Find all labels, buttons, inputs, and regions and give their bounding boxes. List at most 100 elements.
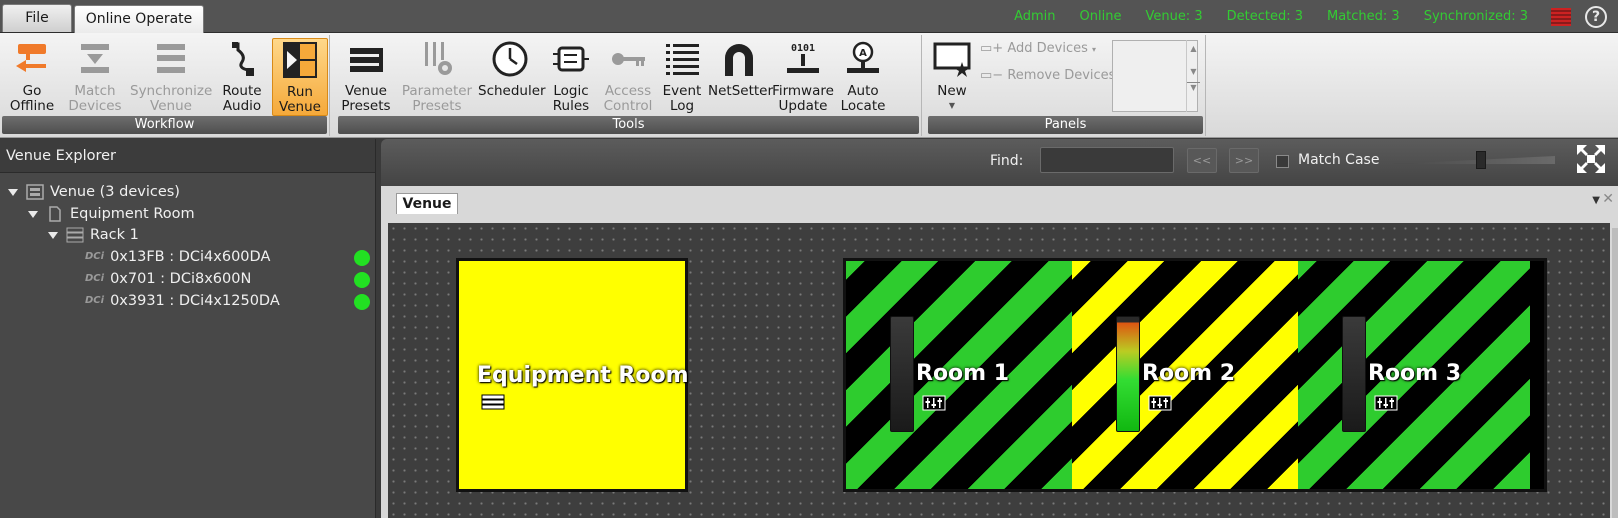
mixer-icon[interactable]: [1374, 395, 1398, 411]
logic-rules-button[interactable]: Logic Rules: [546, 38, 596, 116]
room-zone[interactable]: Room 1: [846, 261, 1078, 489]
status-synchronized-count: Synchronized: 3: [1423, 9, 1528, 24]
match-devices-icon: [81, 44, 109, 73]
new-panel-label: New: [937, 83, 967, 99]
access-control-button[interactable]: Access Control: [600, 38, 656, 116]
level-meter: [1342, 316, 1366, 432]
synchronize-venue-button[interactable]: Synchronize Venue: [130, 38, 212, 116]
synchronize-venue-label: Synchronize Venue: [130, 83, 213, 114]
remove-device-icon: ▭−: [980, 68, 1004, 83]
venue-canvas-area: Equipment Room Room 1 Room 2 Room 3: [381, 214, 1618, 518]
room-title: Room 1: [916, 361, 1010, 386]
find-previous-button[interactable]: <<: [1187, 148, 1217, 173]
new-panel-button[interactable]: New ▼: [930, 38, 974, 116]
rack-icon: [481, 394, 505, 410]
go-offline-button[interactable]: Go Offline: [4, 38, 60, 116]
room-zone[interactable]: Room 2: [1072, 261, 1304, 489]
panel-gallery-scrollbar[interactable]: ▲ ▼ ▼: [1186, 40, 1200, 112]
tree-node-device[interactable]: DCi 0x701 : DCi8x600N: [85, 268, 251, 290]
run-venue-icon: [283, 42, 317, 78]
find-label: Find:: [990, 153, 1024, 169]
key-icon: [612, 53, 645, 66]
alarm-indicator-icon[interactable]: [1551, 8, 1571, 26]
expand-rack-icon[interactable]: [48, 231, 58, 239]
ribbon-group-tools-label: Tools: [338, 116, 919, 134]
add-devices-dropdown-icon: ▾: [1092, 45, 1097, 54]
find-input[interactable]: [1040, 147, 1174, 173]
help-icon[interactable]: ?: [1585, 6, 1607, 28]
scheduler-button[interactable]: Scheduler: [478, 38, 546, 116]
mixer-icon[interactable]: [922, 395, 946, 411]
match-devices-button[interactable]: Match Devices: [64, 38, 126, 116]
equipment-room-zone[interactable]: Equipment Room: [456, 258, 689, 492]
svg-text:A: A: [859, 48, 867, 59]
document-tab-strip: Venue ▼ ✕: [381, 186, 1618, 214]
new-panel-icon: [933, 42, 971, 77]
status-venue-count: Venue: 3: [1145, 9, 1203, 24]
find-bar: Find: << >> Match Case: [381, 139, 1618, 186]
dci-device-icon: DCi: [85, 273, 105, 284]
auto-locate-label: Auto Locate: [840, 83, 886, 114]
route-audio-button[interactable]: Route Audio: [216, 38, 268, 116]
netsetter-icon: [725, 44, 753, 76]
access-control-label: Access Control: [603, 83, 653, 114]
tree-node-device[interactable]: DCi 0x13FB : DCi4x600DA: [85, 246, 270, 268]
tree-label-venue: Venue (3 devices): [50, 184, 180, 200]
run-venue-button[interactable]: Run Venue: [272, 38, 328, 116]
scroll-up-icon[interactable]: ▲: [1187, 44, 1200, 53]
dci-device-icon: DCi: [85, 295, 105, 306]
top-tab-bar: File Online Operate Admin Online Venue: …: [0, 0, 1618, 34]
device-status-led: [354, 272, 370, 288]
go-offline-icon: [16, 44, 46, 72]
close-icon[interactable]: ✕: [1602, 191, 1614, 207]
rack-icon: [66, 227, 84, 243]
parameter-presets-label: Parameter Presets: [401, 83, 473, 114]
expand-venue-icon[interactable]: [8, 188, 18, 196]
add-device-icon: ▭+: [980, 41, 1004, 56]
status-detected-count: Detected: 3: [1226, 9, 1303, 24]
device-status-led: [354, 250, 370, 266]
run-venue-label: Run Venue: [279, 84, 321, 115]
ribbon-group-workflow-label: Workflow: [2, 116, 327, 134]
remove-devices-label: Remove Devices: [1007, 68, 1116, 83]
event-log-button[interactable]: Event Log: [658, 38, 706, 116]
room-title: Room 2: [1142, 361, 1236, 386]
auto-locate-icon: A: [847, 41, 879, 73]
zoom-slider-thumb[interactable]: [1476, 151, 1487, 169]
firmware-update-button[interactable]: 0101 Firmware Update: [772, 38, 834, 116]
expand-room-icon[interactable]: [28, 210, 38, 218]
device-label: 0x13FB : DCi4x600DA: [110, 249, 271, 265]
device-label: 0x701 : DCi8x600N: [110, 271, 252, 287]
zoom-slider-track[interactable]: [1391, 156, 1555, 164]
find-next-button[interactable]: >>: [1229, 148, 1259, 173]
add-devices-label: Add Devices: [1007, 41, 1088, 56]
tree-node-device[interactable]: DCi 0x3931 : DCi4x1250DA: [85, 290, 280, 312]
add-devices-button[interactable]: ▭+ Add Devices ▾: [980, 41, 1096, 56]
status-matched-count: Matched: 3: [1327, 9, 1400, 24]
venue-presets-button[interactable]: Venue Presets: [336, 38, 396, 116]
remove-devices-button[interactable]: ▭− Remove Devices ▾: [980, 68, 1124, 83]
tree-node-equipment-room[interactable]: Equipment Room: [28, 203, 195, 225]
tree-node-venue[interactable]: Venue (3 devices): [8, 181, 180, 203]
room-zone[interactable]: Room 3: [1298, 261, 1530, 489]
fit-to-window-icon[interactable]: [1576, 144, 1606, 174]
canvas-vertical-scrollbar[interactable]: [1612, 228, 1618, 518]
tree-node-rack[interactable]: Rack 1: [48, 224, 139, 246]
clock-icon: [492, 41, 528, 77]
tab-venue[interactable]: Venue: [396, 193, 458, 214]
scroll-down-icon[interactable]: ▼: [1187, 67, 1200, 76]
dci-device-icon: DCi: [85, 251, 105, 262]
tab-list-dropdown-icon[interactable]: ▼: [1592, 195, 1600, 206]
tab-file[interactable]: File: [2, 4, 72, 32]
venue-canvas[interactable]: Equipment Room Room 1 Room 2 Room 3: [388, 223, 1610, 518]
expand-gallery-icon[interactable]: ▼: [1187, 82, 1200, 92]
netsetter-button[interactable]: NetSetter: [708, 38, 773, 116]
venue-explorer: Venue Explorer Venue (3 devices) Equipme…: [0, 139, 376, 518]
mixer-icon[interactable]: [1148, 395, 1172, 411]
tab-online-operate[interactable]: Online Operate: [74, 5, 204, 34]
match-case-checkbox[interactable]: [1276, 155, 1289, 168]
level-meter: [1116, 316, 1140, 432]
parameter-presets-button[interactable]: Parameter Presets: [400, 38, 474, 116]
ribbon: Go Offline Match Devices Synchronize Ven…: [0, 33, 1618, 138]
auto-locate-button[interactable]: A Auto Locate: [836, 38, 890, 116]
